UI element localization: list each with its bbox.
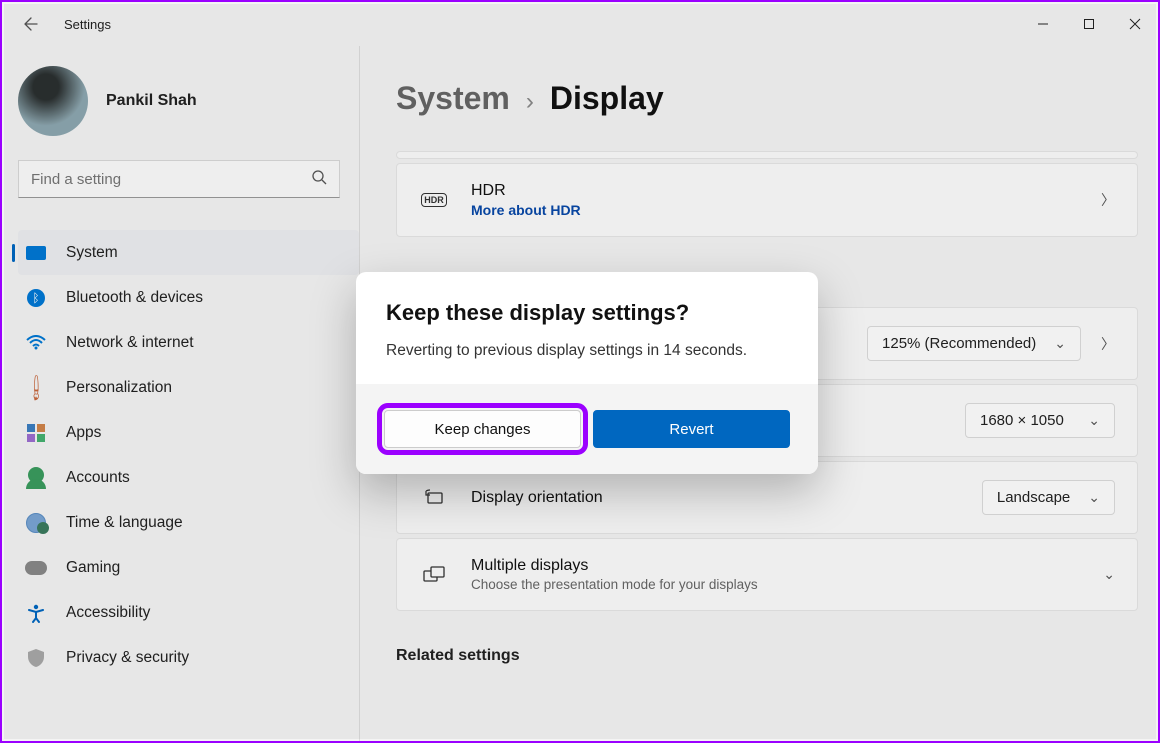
nav-gaming[interactable]: Gaming — [18, 545, 359, 590]
orientation-dropdown[interactable]: Landscape ⌄ — [982, 480, 1115, 515]
nav-privacy[interactable]: Privacy & security — [18, 635, 359, 680]
system-icon — [24, 241, 48, 265]
chevron-down-icon: ⌄ — [1088, 412, 1100, 429]
minimize-button[interactable] — [1020, 8, 1066, 40]
wifi-icon — [24, 331, 48, 355]
nav-accessibility[interactable]: Accessibility — [18, 590, 359, 635]
nav-network[interactable]: Network & internet — [18, 320, 359, 365]
window-title: Settings — [64, 17, 111, 32]
bluetooth-icon: ᛒ — [24, 286, 48, 310]
breadcrumb-current: Display — [550, 80, 664, 117]
sidebar: Pankil Shah System ᛒBluetooth & devices … — [2, 46, 360, 741]
nav-bluetooth[interactable]: ᛒBluetooth & devices — [18, 275, 359, 320]
profile-name: Pankil Shah — [106, 92, 197, 110]
avatar — [18, 66, 88, 136]
hdr-link[interactable]: More about HDR — [471, 202, 1101, 218]
chevron-down-icon: ⌄ — [1103, 566, 1115, 583]
chevron-right-icon: › — [526, 88, 534, 116]
nav-apps[interactable]: Apps — [18, 410, 359, 455]
breadcrumb: System › Display — [396, 80, 1138, 117]
hdr-icon: HDR — [419, 193, 449, 207]
displays-icon — [419, 566, 449, 584]
accounts-icon — [24, 466, 48, 490]
titlebar: Settings — [2, 2, 1158, 46]
revert-button[interactable]: Revert — [593, 410, 790, 448]
keep-settings-dialog: Keep these display settings? Reverting t… — [356, 272, 818, 474]
search-icon — [311, 169, 327, 190]
nav-accounts[interactable]: Accounts — [18, 455, 359, 500]
nav: System ᛒBluetooth & devices Network & in… — [18, 230, 359, 680]
nav-system[interactable]: System — [18, 230, 359, 275]
nav-time[interactable]: Time & language — [18, 500, 359, 545]
breadcrumb-parent[interactable]: System — [396, 80, 510, 117]
chevron-down-icon: ⌄ — [1054, 335, 1066, 352]
dialog-message: Reverting to previous display settings i… — [386, 342, 788, 360]
accessibility-icon — [24, 601, 48, 625]
orientation-title: Display orientation — [471, 489, 982, 507]
keep-changes-button[interactable]: Keep changes — [384, 410, 581, 448]
card-stub — [396, 151, 1138, 159]
gaming-icon — [24, 556, 48, 580]
nav-personalization[interactable]: 🖌Personalization — [18, 365, 359, 410]
hdr-card[interactable]: HDR HDR More about HDR 〉 — [396, 163, 1138, 237]
brush-icon: 🖌 — [19, 371, 53, 405]
multi-displays-card[interactable]: Multiple displays Choose the presentatio… — [396, 538, 1138, 611]
maximize-button[interactable] — [1066, 8, 1112, 40]
resolution-dropdown[interactable]: 1680 × 1050 ⌄ — [965, 403, 1115, 438]
multi-sub: Choose the presentation mode for your di… — [471, 577, 1103, 592]
chevron-right-icon: 〉 — [1101, 190, 1115, 210]
chevron-down-icon: ⌄ — [1088, 489, 1100, 506]
back-button[interactable] — [22, 15, 40, 33]
time-icon — [24, 511, 48, 535]
multi-title: Multiple displays — [471, 557, 1103, 575]
profile[interactable]: Pankil Shah — [18, 66, 359, 160]
orientation-icon — [419, 489, 449, 507]
related-section-title: Related settings — [396, 647, 1138, 665]
search-input[interactable] — [31, 171, 311, 188]
dialog-title: Keep these display settings? — [386, 300, 788, 326]
scale-dropdown[interactable]: 125% (Recommended) ⌄ — [867, 326, 1081, 361]
chevron-right-icon: 〉 — [1101, 334, 1115, 354]
hdr-title: HDR — [471, 182, 1101, 200]
shield-icon — [24, 646, 48, 670]
search-box[interactable] — [18, 160, 340, 198]
apps-icon — [24, 421, 48, 445]
close-button[interactable] — [1112, 8, 1158, 40]
